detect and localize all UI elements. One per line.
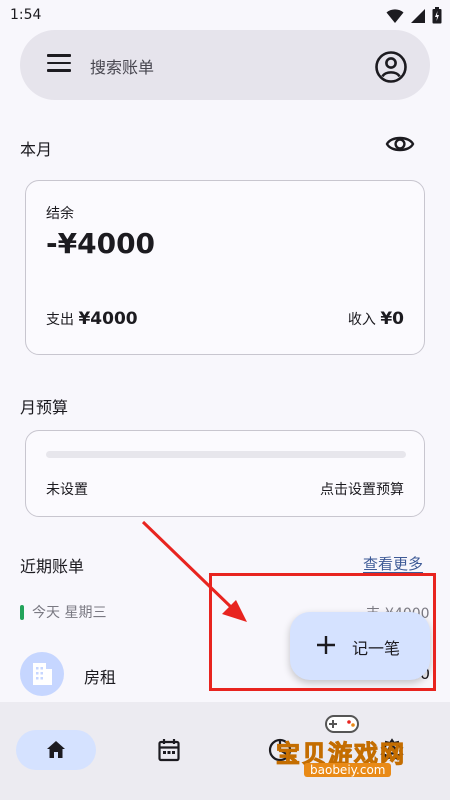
search-input[interactable]: 搜索账单 — [90, 54, 154, 78]
month-section-title: 本月 — [20, 140, 53, 159]
day-header: 今天 星期三 — [20, 602, 106, 622]
bill-name: 房租 — [84, 668, 117, 687]
account-icon[interactable] — [374, 50, 408, 84]
budget-progress-bar — [46, 451, 406, 458]
menu-icon[interactable] — [47, 54, 71, 76]
today-marker — [20, 604, 24, 620]
balance-label: 结余 — [46, 206, 74, 222]
calendar-icon[interactable] — [157, 738, 181, 762]
annotation-highlight-box — [209, 573, 436, 691]
recent-bills-title: 近期账单 — [20, 557, 85, 576]
balance-card[interactable]: 结余 -¥4000 支出 ¥4000 收入 ¥0 — [25, 180, 425, 355]
gamepad-icon — [325, 715, 359, 733]
see-more-link[interactable]: 查看更多 — [363, 553, 423, 574]
building-icon — [20, 652, 64, 696]
status-time: 1:54 — [10, 7, 42, 23]
expense-summary: 支出 ¥4000 — [46, 309, 138, 329]
status-bar: 1:54 — [0, 0, 450, 32]
budget-card[interactable]: 未设置 点击设置预算 — [25, 430, 425, 517]
status-icons — [386, 7, 442, 24]
expense-value: ¥4000 — [78, 309, 138, 329]
balance-value: -¥4000 — [46, 227, 156, 260]
budget-status: 未设置 — [46, 482, 88, 498]
day-label: 今天 星期三 — [32, 605, 107, 621]
income-label: 收入 — [347, 312, 376, 328]
expense-label: 支出 — [46, 312, 74, 328]
set-budget-link[interactable]: 点击设置预算 — [320, 479, 404, 499]
watermark-url: baobeiy.com — [304, 763, 392, 777]
nav-home-tab[interactable] — [16, 730, 96, 770]
battery-icon — [432, 7, 442, 24]
signal-icon — [411, 8, 425, 23]
visibility-eye-icon[interactable] — [385, 132, 415, 156]
income-value: ¥0 — [380, 309, 404, 329]
budget-section-title: 月预算 — [20, 398, 69, 417]
home-icon — [47, 741, 65, 758]
site-watermark-logo: 宝贝游戏网 baobeiy.com — [270, 706, 430, 786]
income-summary: 收入 ¥0 — [348, 309, 404, 329]
wifi-icon — [386, 8, 404, 23]
search-bar[interactable]: 搜索账单 — [20, 30, 430, 100]
